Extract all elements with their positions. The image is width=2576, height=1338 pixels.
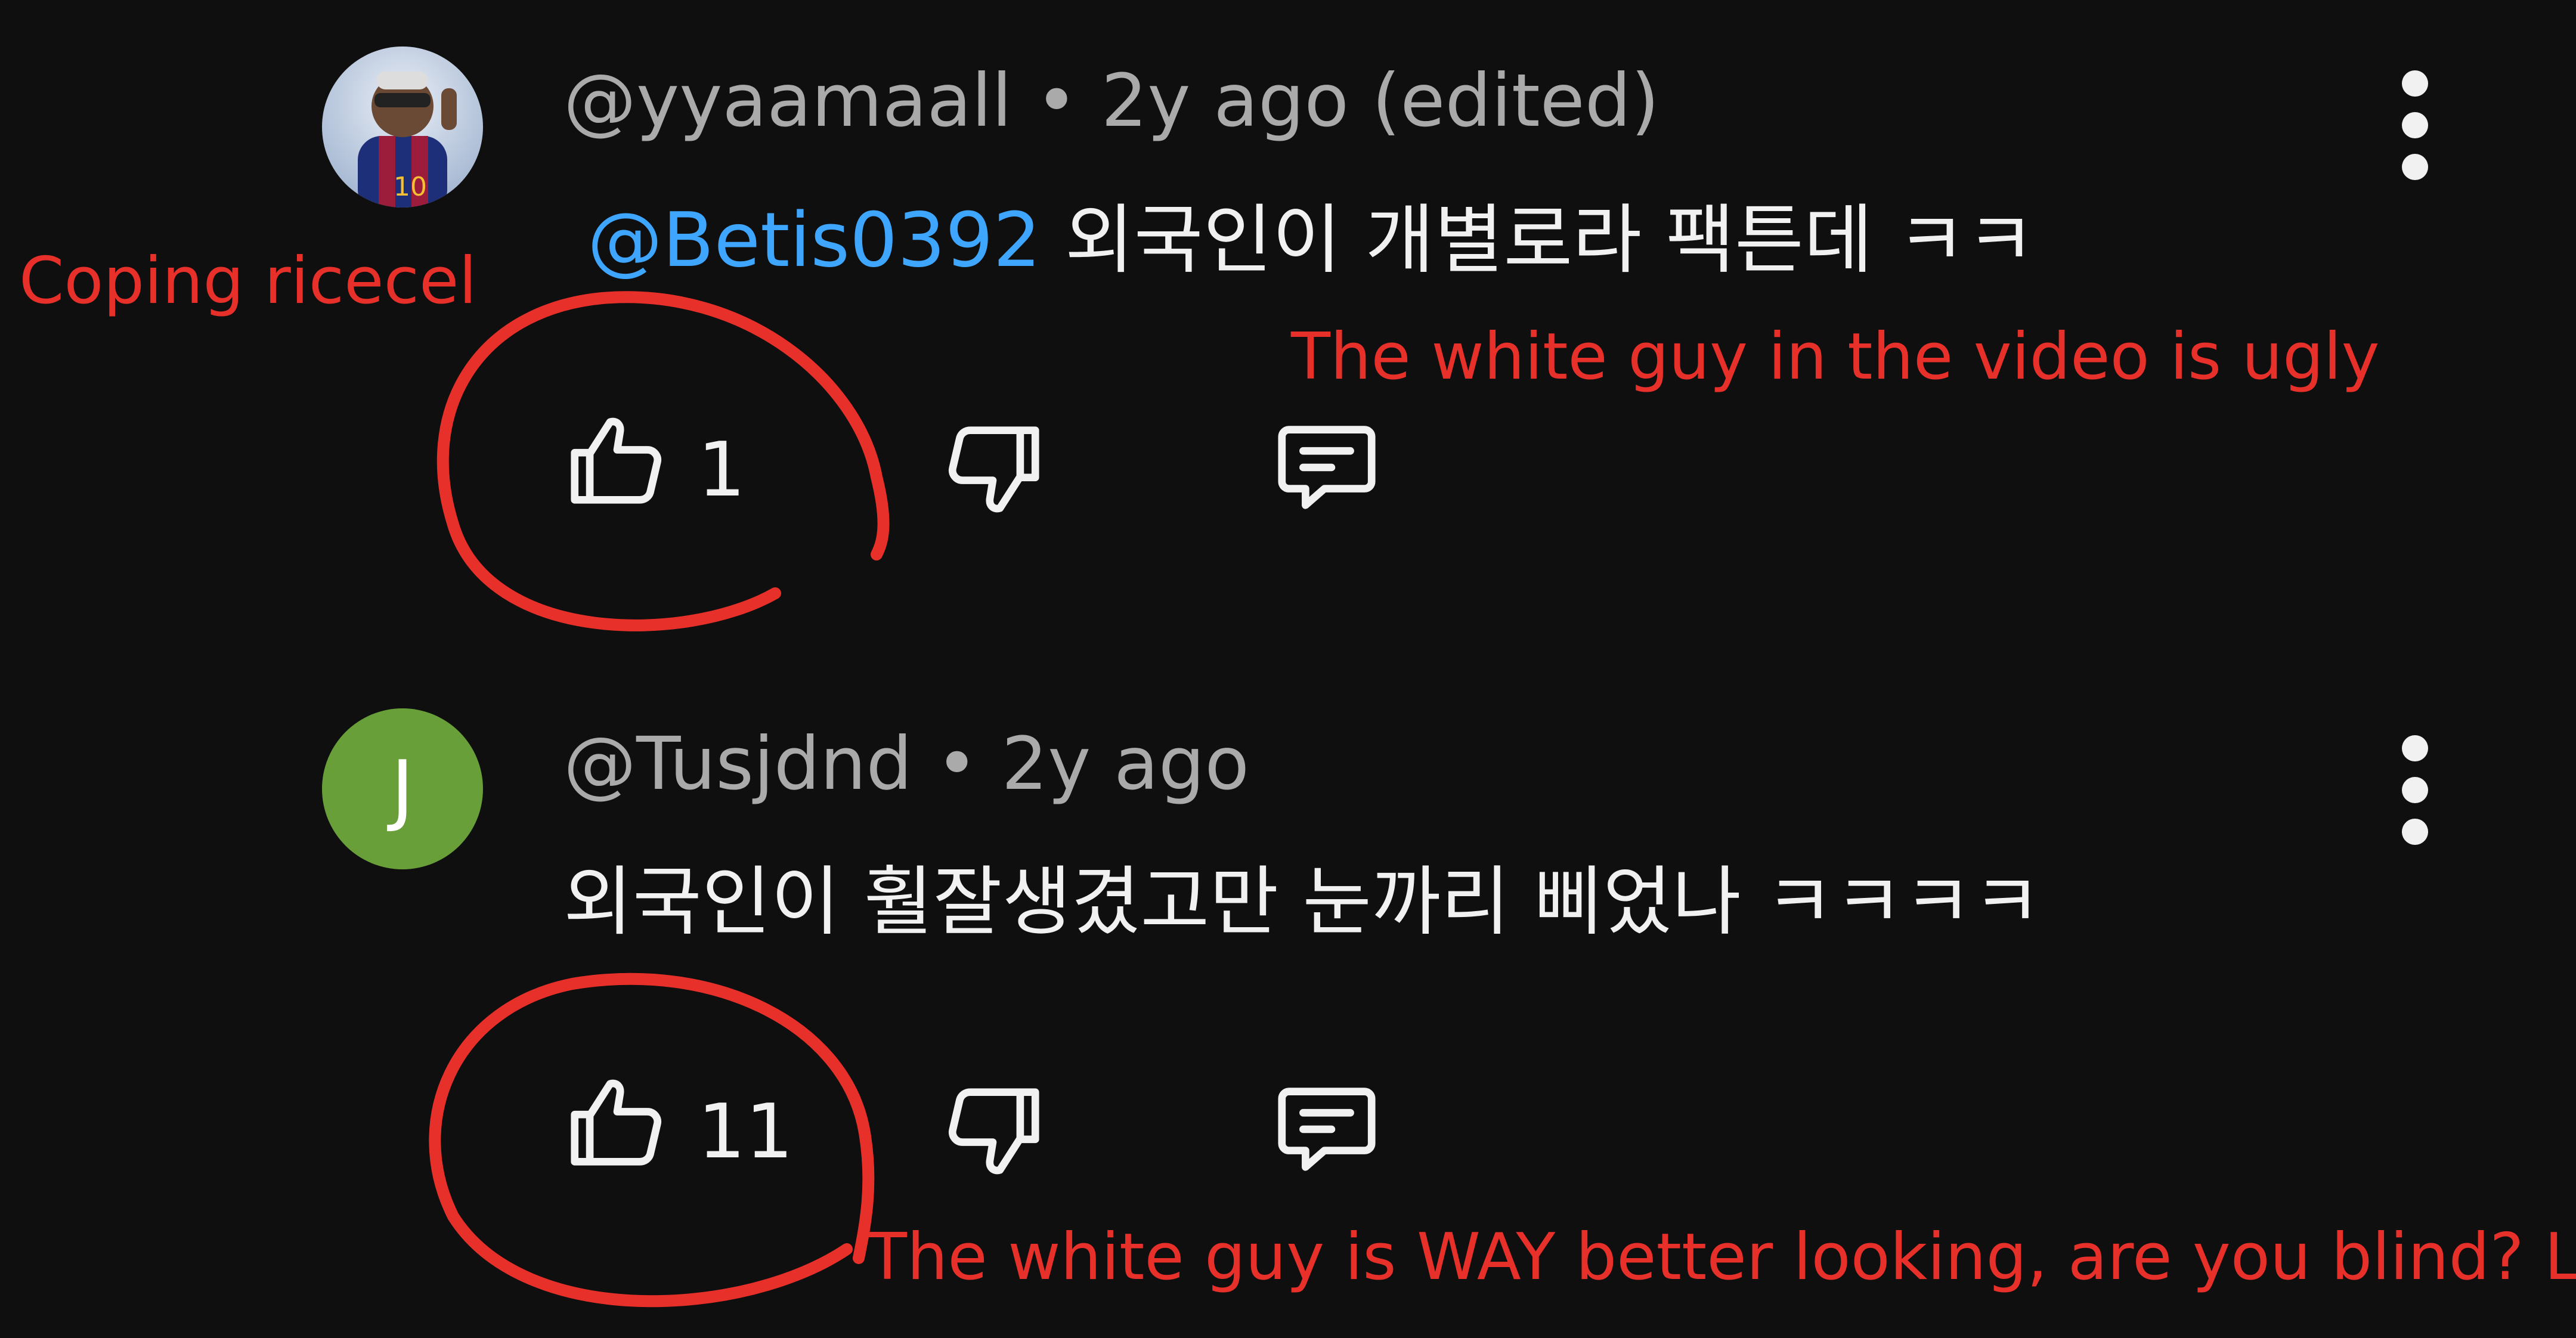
more-options-button[interactable] [2397,57,2433,194]
comment-body: 외국인이 훨잘생겼고만 눈까리 삐었나 ㅋㅋㅋㅋ [564,858,2042,946]
like-count: 11 [698,1088,794,1175]
comment-body: 외국인이 개별로라 팩튼데 ㅋㅋ [1064,196,2035,284]
more-options-button[interactable] [2397,721,2433,859]
comment-author[interactable]: @yyaamaall [564,58,1012,143]
reply-icon [1278,426,1376,509]
more-vert-dot [2402,154,2428,180]
like-button[interactable] [561,1067,674,1181]
reply-button[interactable] [1270,408,1383,522]
comment-meta: @yyaamaall • 2y ago (edited) [564,64,1659,137]
more-vert-icon [2402,70,2428,97]
annotation-left-label: Coping ricecel [19,244,477,318]
more-vert-dot [2402,112,2428,138]
comment-text: 외국인이 훨잘생겼고만 눈까리 삐었나 ㅋㅋㅋㅋ [564,865,2042,940]
avatar[interactable]: J [322,708,483,869]
avatar-photo: 10 [322,47,483,207]
more-vert-dot [2402,777,2428,803]
dislike-button[interactable] [936,1073,1049,1187]
dislike-button[interactable] [936,411,1049,525]
avatar-letter: J [391,744,414,834]
annotation-note-1: The white guy in the video is ugly [1291,320,2380,394]
mention-link[interactable]: @Betis0392 [587,196,1041,284]
thumbs-up-icon [571,417,662,504]
svg-text:10: 10 [394,172,427,202]
avatar[interactable]: 10 [322,47,483,207]
comment-text: @Betis0392 외국인이 개별로라 팩튼데 ㅋㅋ [587,203,2035,278]
thumbs-down-icon [948,426,1039,513]
more-vert-icon [2402,735,2428,761]
comment-meta: @Tusjdnd • 2y ago [564,727,1249,800]
comment-timestamp[interactable]: 2y ago [1002,721,1249,806]
annotation-note-2: The white guy is WAY better looking, are… [868,1220,2576,1294]
thumbs-up-icon [571,1079,662,1166]
more-vert-dot [2402,819,2428,845]
thumbs-down-icon [948,1088,1039,1175]
meta-separator: • [935,721,979,806]
reply-button[interactable] [1270,1070,1383,1184]
comment-timestamp[interactable]: 2y ago (edited) [1101,58,1659,143]
like-button[interactable] [561,405,674,519]
reply-icon [1278,1088,1376,1171]
comment-author[interactable]: @Tusjdnd [564,721,912,806]
like-count: 1 [698,426,746,513]
meta-separator: • [1035,58,1078,143]
